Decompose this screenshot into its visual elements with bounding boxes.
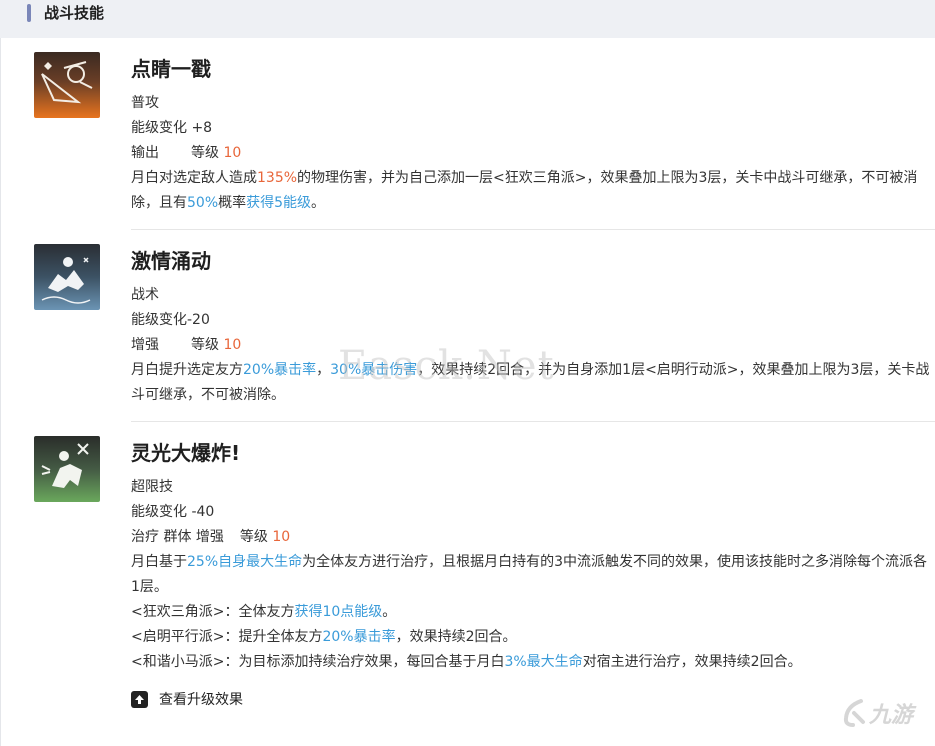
text-segment: ，效果持续2回合。: [395, 629, 517, 645]
skill-type: 战术: [131, 287, 159, 303]
view-upgrade-label: 查看升级效果: [159, 692, 243, 708]
section-header: 战斗技能: [0, 0, 935, 38]
divider: [131, 229, 935, 230]
skill-tags: 治疗 群体 增强: [131, 529, 224, 545]
highlight-value: 20%暴击率: [243, 362, 317, 378]
highlight-value: 50%: [187, 195, 219, 211]
highlight-value: 获得10点能级: [294, 604, 383, 620]
text-segment: <和谐小马派>：为目标添加持续治疗效果，每回合基于月白: [131, 654, 505, 670]
effect-sanjiao: <狂欢三角派>：全体友方获得10点能级。: [131, 600, 396, 625]
level-value: 10: [223, 145, 242, 161]
text-segment: 月白基于: [131, 554, 187, 570]
level-label: 等级: [191, 337, 219, 353]
skills-page: 战斗技能 点睛一戳 普攻 能级变化 +8 输出 等级 10 月白对选定敌人造成1…: [0, 0, 935, 746]
skill-name: 点睛一戳: [131, 57, 211, 81]
level-value: 10: [223, 337, 242, 353]
level-value: 10: [272, 529, 291, 545]
skill-type: 超限技: [131, 479, 173, 495]
highlight-value: 3%最大生命: [504, 654, 583, 670]
text-segment: 。: [382, 604, 397, 620]
jiuyou-logo-icon: 九游: [841, 697, 913, 729]
highlight-value: 25%自身最大生命: [187, 554, 303, 570]
skill-tags-row: 输出 等级 10: [131, 141, 241, 166]
arrow-up-icon: [131, 690, 148, 708]
skill-description: 月白基于25%自身最大生命为全体友方进行治疗，且根据月白持有的3中流派触发不同的…: [131, 550, 931, 600]
text-segment: 月白提升选定友方: [131, 362, 243, 378]
effect-xiaoma: <和谐小马派>：为目标添加持续治疗效果，每回合基于月白3%最大生命对宿主进行治疗…: [131, 650, 802, 675]
skill-icon-lingguang: [34, 436, 100, 502]
effect-pingxing: <启明平行派>：提升全体友方20%暴击率，效果持续2回合。: [131, 625, 517, 650]
skill-name: 灵光大爆炸!: [131, 441, 241, 465]
section-accent-bar: [27, 4, 31, 22]
highlight-value: 获得5能级: [246, 195, 312, 211]
text-segment: <启明平行派>：提升全体友方: [131, 629, 323, 645]
skill-type: 普攻: [131, 95, 159, 111]
section-title: 战斗技能: [44, 4, 105, 22]
text-segment: ，: [316, 362, 331, 378]
highlight-value: 20%暴击率: [322, 629, 396, 645]
text-segment: <狂欢三角派>：全体友方: [131, 604, 295, 620]
skill-energy: 能级变化-20: [131, 312, 210, 328]
divider: [131, 421, 935, 422]
text-segment: 概率: [218, 195, 247, 211]
skill-description: 月白对选定敌人造成135%的物理伤害，并为自己添加一层<狂欢三角派>，效果叠加上…: [131, 166, 931, 216]
watermark: Easck.Net: [338, 343, 555, 389]
skill-energy: 能级变化 -40: [131, 504, 215, 520]
skill-tags: 增强: [131, 337, 159, 353]
skill-icon-jiqing: [34, 244, 100, 310]
skill-tags-row: 增强 等级 10: [131, 333, 241, 358]
text-segment: 月白对选定敌人造成: [131, 170, 257, 186]
skill-name: 激情涌动: [131, 249, 211, 273]
text-segment: 对宿主进行治疗，效果持续2回合。: [582, 654, 802, 670]
view-upgrade-button[interactable]: 查看升级效果: [131, 688, 243, 710]
skill-energy: 能级变化 +8: [131, 120, 213, 136]
level-label: 等级: [239, 529, 268, 545]
level-label: 等级: [191, 145, 219, 161]
skill-tags-row: 治疗 群体 增强 等级 10: [131, 525, 290, 550]
logo-text: 九游: [869, 703, 914, 728]
skill-icon-dianjing: [34, 52, 100, 118]
skill-tags: 输出: [131, 145, 159, 161]
left-border: [0, 38, 1, 746]
highlight-value: 135%: [257, 170, 298, 186]
text-segment: 。: [311, 195, 326, 211]
